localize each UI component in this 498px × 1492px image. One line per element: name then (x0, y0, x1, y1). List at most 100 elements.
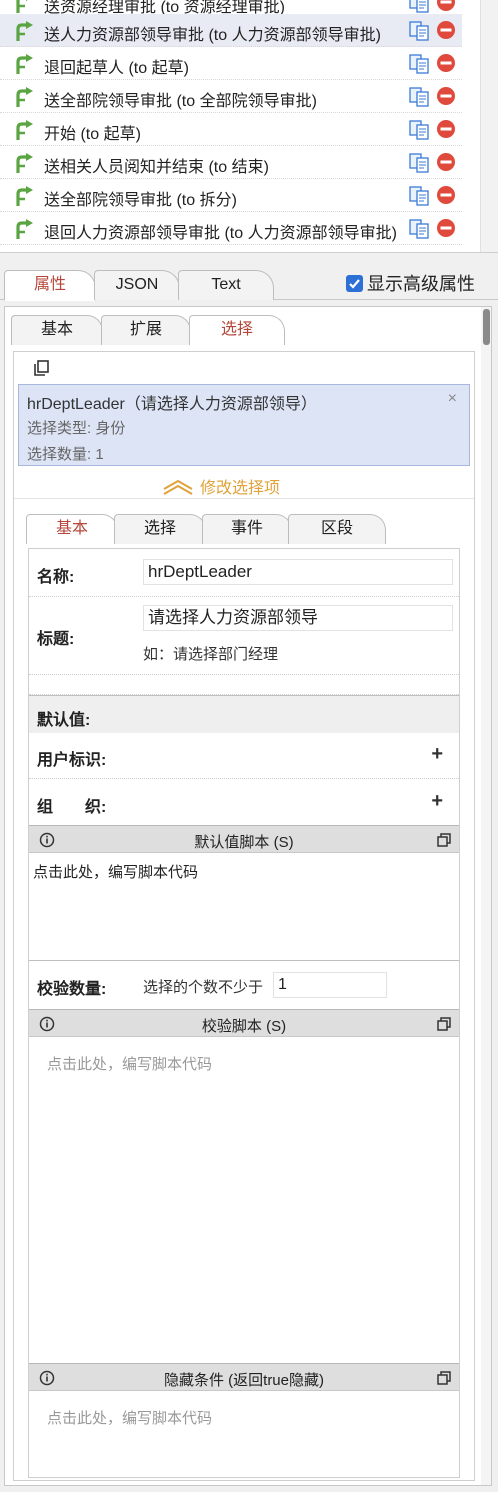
route-row[interactable]: 开始 (to 起草) (0, 113, 462, 146)
delete-icon[interactable] (436, 119, 456, 139)
route-label: 送全部院领导审批 (to 拆分) (44, 192, 237, 209)
hide-condition-placeholder: 点击此处，编写脚本代码 (47, 1410, 213, 1427)
tab-inner-event[interactable]: 事件 (202, 514, 292, 544)
route-row[interactable]: 送全部院领导审批 (to 拆分) (0, 179, 462, 212)
route-row[interactable]: 送全部院领导审批 (to 全部院领导审批) (0, 80, 462, 113)
copy-icon[interactable] (408, 20, 432, 42)
selection-name: hrDeptLeader（请选择人力资源部领导） (27, 396, 317, 413)
tab-inner-section[interactable]: 区段 (288, 514, 386, 544)
tab-text-label: Text (211, 276, 241, 293)
validate-script-title: 校验脚本 (S) (201, 1018, 287, 1035)
copy-icon[interactable] (408, 218, 432, 240)
name-row: 名称: hrDeptLeader (29, 549, 459, 597)
route-label: 送人力资源部领导审批 (to 人力资源部领导审批) (44, 27, 381, 44)
tab-inner-basic-label: 基本 (55, 520, 88, 537)
hide-condition-editor[interactable]: 点击此处，编写脚本代码 (29, 1391, 459, 1477)
title-row: 标题: 请选择人力资源部领导 如：请选择部门经理 (29, 597, 459, 675)
tab-select[interactable]: 选择 (189, 315, 285, 345)
route-arrow-icon (16, 21, 33, 41)
maximize-icon[interactable] (437, 1371, 451, 1385)
panel-splitter[interactable] (0, 252, 498, 262)
delete-icon[interactable] (436, 0, 456, 12)
name-input[interactable]: hrDeptLeader (143, 559, 453, 585)
tab-json-label: JSON (115, 276, 159, 293)
modify-selection-label: 修改选择项 (200, 480, 281, 497)
org-label: 组 织: (37, 799, 107, 816)
delete-icon[interactable] (436, 218, 456, 238)
route-arrow-icon (16, 54, 33, 74)
delete-icon[interactable] (436, 53, 456, 73)
hide-condition-header: 隐藏条件 (返回true隐藏) (29, 1363, 459, 1391)
checkbox-checked-icon[interactable] (346, 274, 363, 292)
copy-icon[interactable] (408, 53, 432, 75)
route-row[interactable]: 送相关人员阅知并结束 (to 结束) (0, 146, 462, 179)
property-panel: 基本 扩展 选择 hrDeptLeader（请选择人力资源部领导） × 选择类型… (4, 306, 492, 1486)
route-arrow-icon (16, 153, 33, 173)
selection-item[interactable]: hrDeptLeader（请选择人力资源部领导） × 选择类型: 身份 选择数量… (18, 384, 470, 466)
copy-icon[interactable] (408, 0, 432, 14)
hide-condition-title: 隐藏条件 (返回true隐藏) (163, 1372, 324, 1389)
tab-inner-select[interactable]: 选择 (114, 514, 206, 544)
close-icon[interactable]: × (448, 390, 457, 408)
maximize-icon[interactable] (437, 833, 451, 847)
tab-json[interactable]: JSON (94, 270, 180, 300)
copy-icon[interactable] (408, 185, 432, 207)
title-hint: 如：请选择部门经理 (143, 646, 279, 663)
tab-extend[interactable]: 扩展 (101, 315, 191, 345)
show-advanced-checkbox[interactable]: 显示高级属性 (346, 270, 475, 296)
copy-icon[interactable] (32, 358, 52, 378)
validate-count-prefix: 选择的个数不少于 (143, 979, 264, 996)
route-arrow-icon (16, 87, 33, 107)
default-script-editor[interactable]: 点击此处，编写脚本代码 (29, 853, 459, 961)
validate-script-editor[interactable]: 点击此处，编写脚本代码 (29, 1037, 459, 1363)
add-org-icon[interactable]: + (431, 790, 443, 813)
name-label: 名称: (37, 569, 75, 586)
copy-icon[interactable] (408, 119, 432, 141)
tab-properties-label: 属性 (33, 276, 66, 293)
inner-subtabs: 基本 选择 事件 区段 (26, 514, 466, 544)
validate-count-row: 校验数量: 选择的个数不少于 1 (29, 961, 459, 1007)
tab-select-label: 选择 (220, 321, 253, 338)
tab-properties[interactable]: 属性 (4, 270, 96, 301)
route-row[interactable]: 退回人力资源部领导审批 (to 人力资源部领导审批) (0, 212, 462, 245)
modify-selection-link[interactable]: 修改选择项 (162, 474, 280, 498)
copy-icon[interactable] (408, 86, 432, 108)
title-input[interactable]: 请选择人力资源部领导 (143, 605, 453, 631)
route-label: 开始 (to 起草) (44, 126, 141, 143)
route-arrow-icon (16, 0, 28, 13)
delete-icon[interactable] (436, 86, 456, 106)
route-list-scrollbar[interactable] (480, 0, 498, 258)
route-row[interactable]: 退回起草人 (to 起草) (0, 47, 462, 80)
tab-basic[interactable]: 基本 (11, 315, 103, 345)
route-arrow-icon (16, 219, 33, 239)
validate-count-input[interactable]: 1 (273, 972, 387, 998)
delete-icon[interactable] (436, 152, 456, 172)
tab-inner-section-label: 区段 (320, 520, 353, 537)
delete-icon[interactable] (436, 185, 456, 205)
delete-icon[interactable] (436, 20, 456, 40)
selection-section: hrDeptLeader（请选择人力资源部领导） × 选择类型: 身份 选择数量… (13, 351, 475, 1481)
route-row[interactable]: 送人力资源部领导审批 (to 人力资源部领导审批) (0, 14, 462, 47)
tab-text[interactable]: Text (178, 270, 274, 300)
route-label: 送相关人员阅知并结束 (to 结束) (44, 159, 269, 176)
scrollbar-thumb[interactable] (483, 309, 490, 345)
property-subtabs: 基本 扩展 选择 (11, 315, 481, 345)
property-scrollbar[interactable] (481, 307, 491, 1485)
user-id-label: 用户标识: (37, 752, 107, 769)
default-script-text: 点击此处，编写脚本代码 (33, 864, 199, 881)
tab-inner-basic[interactable]: 基本 (26, 514, 118, 544)
add-user-icon[interactable]: + (431, 743, 443, 766)
user-id-row: 用户标识: + (29, 733, 459, 779)
selection-type: 选择类型: 身份 (27, 420, 126, 437)
basic-form: 名称: hrDeptLeader 标题: 请选择人力资源部领导 如：请选择部门经… (28, 548, 460, 1478)
maximize-icon[interactable] (437, 1017, 451, 1031)
validate-script-header: 校验脚本 (S) (29, 1009, 459, 1037)
route-label: 退回起草人 (to 起草) (44, 60, 189, 77)
validate-count-label: 校验数量: (37, 981, 107, 998)
route-arrow-icon (16, 120, 33, 140)
route-list: 送资源经理审批 (to 资源经理审批) 送人力资源部领导审批 (to 人力资源部领… (0, 0, 498, 258)
route-arrow-icon (16, 186, 33, 206)
title-label: 标题: (37, 631, 75, 648)
selection-count: 选择数量: 1 (27, 446, 104, 463)
copy-icon[interactable] (408, 152, 432, 174)
